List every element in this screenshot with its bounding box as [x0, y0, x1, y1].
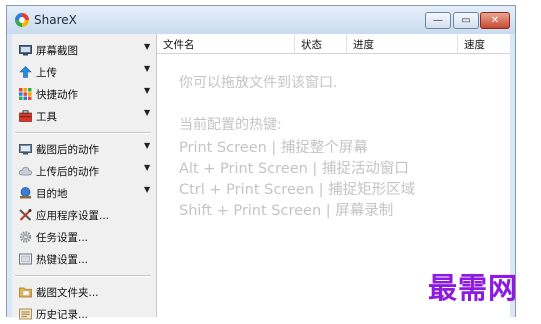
title-bar[interactable]: ShareX — ▭ ✕: [7, 6, 515, 34]
menu-item-after-capture[interactable]: 截图后的动作 ▼: [12, 139, 156, 159]
hotkey-line: Print Screen | 捕捉整个屏幕: [179, 140, 368, 156]
minimize-button[interactable]: —: [425, 12, 451, 29]
column-label: 进度: [353, 39, 374, 51]
hotkey-line: Alt + Print Screen | 捕捉活动窗口: [179, 161, 409, 177]
sharex-logo-icon: [15, 13, 29, 27]
menu-separator: [15, 275, 151, 277]
menu-item-destinations[interactable]: 目的地 ▼: [12, 183, 156, 203]
drop-hint: 你可以拖放文件到该窗口.: [179, 75, 338, 91]
history-icon: [19, 308, 32, 320]
menu-item-after-upload[interactable]: 上传后的动作 ▼: [12, 161, 156, 181]
after-capture-icon: [19, 144, 32, 155]
submenu-arrow-icon: ▼: [144, 163, 151, 172]
menu-item-screenshots-folder[interactable]: 截图文件夹...: [12, 282, 156, 302]
submenu-arrow-icon: ▼: [144, 108, 151, 117]
folder-icon: [19, 287, 32, 298]
column-label: 状态: [301, 39, 322, 51]
menu-item-workflows[interactable]: 快捷动作 ▼: [12, 84, 156, 104]
menu-item-history[interactable]: 历史记录...: [12, 304, 156, 324]
gear-icon: [19, 231, 32, 243]
submenu-arrow-icon: ▼: [144, 141, 151, 150]
hotkeys-title: 当前配置的热键:: [179, 117, 282, 133]
monitor-capture-icon: [19, 45, 32, 56]
column-speed[interactable]: 速度: [458, 34, 513, 53]
main-menu: 屏幕截图 ▼ 上传 ▼ 快捷动作 ▼ 工具 ▼ 截图后的动作 ▼ 上传后的动作 …: [12, 34, 157, 321]
maximize-icon: ▭: [461, 15, 471, 26]
close-icon: ✕: [490, 15, 500, 26]
window-title: ShareX: [34, 13, 77, 27]
menu-item-label: 目的地: [36, 188, 68, 200]
menu-item-app-settings[interactable]: 应用程序设置...: [12, 205, 156, 225]
watermark: 最需网: [428, 271, 519, 305]
hotkey-line: Shift + Print Screen | 屏幕录制: [179, 203, 394, 219]
menu-item-capture[interactable]: 屏幕截图 ▼: [12, 40, 156, 60]
menu-item-label: 截图文件夹...: [36, 287, 99, 299]
column-filename[interactable]: 文件名: [157, 34, 295, 53]
menu-item-tools[interactable]: 工具 ▼: [12, 106, 156, 126]
submenu-arrow-icon: ▼: [144, 185, 151, 194]
menu-item-label: 任务设置...: [36, 232, 89, 244]
menu-item-hotkey-settings[interactable]: 热键设置...: [12, 249, 156, 269]
minimize-icon: —: [433, 15, 443, 26]
menu-item-upload[interactable]: 上传 ▼: [12, 62, 156, 82]
wrench-icon: [19, 209, 32, 221]
menu-item-label: 上传: [36, 67, 57, 79]
submenu-arrow-icon: ▼: [144, 64, 151, 73]
menu-item-label: 历史记录...: [36, 309, 89, 321]
hotkey-line: Ctrl + Print Screen | 捕捉矩形区域: [179, 182, 416, 198]
menu-item-label: 应用程序设置...: [36, 210, 110, 222]
column-status[interactable]: 状态: [295, 34, 347, 53]
menu-separator: [15, 132, 151, 134]
cloud-icon: [19, 166, 32, 176]
menu-item-label: 屏幕截图: [36, 45, 78, 57]
menu-item-label: 截图后的动作: [36, 144, 99, 156]
column-label: 速度: [464, 39, 485, 51]
menu-item-label: 上传后的动作: [36, 166, 99, 178]
maximize-button[interactable]: ▭: [453, 12, 479, 29]
toolbox-icon: [19, 110, 32, 122]
column-label: 文件名: [163, 39, 195, 51]
menu-item-label: 热键设置...: [36, 254, 89, 266]
keyboard-icon: [19, 253, 32, 265]
list-header: 文件名 状态 进度 速度: [157, 34, 510, 54]
destination-icon: [20, 187, 31, 199]
grid-icon: [19, 88, 32, 100]
upload-arrow-icon: [19, 66, 32, 78]
submenu-arrow-icon: ▼: [144, 86, 151, 95]
menu-item-label: 快捷动作: [36, 89, 78, 101]
menu-item-label: 工具: [36, 111, 57, 123]
close-button[interactable]: ✕: [480, 12, 510, 29]
menu-item-task-settings[interactable]: 任务设置...: [12, 227, 156, 247]
column-progress[interactable]: 进度: [347, 34, 458, 53]
submenu-arrow-icon: ▼: [144, 42, 151, 51]
